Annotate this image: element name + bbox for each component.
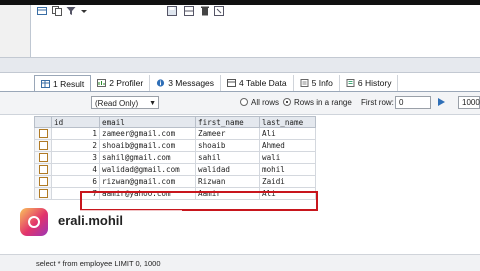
tab-profiler[interactable]: 2 Profiler [91, 75, 151, 91]
row-checkbox[interactable] [38, 141, 48, 151]
tab-info[interactable]: 5 Info [294, 75, 340, 91]
insert-row-icon[interactable] [184, 6, 194, 16]
cell-last-name[interactable]: Zaidi [259, 175, 316, 188]
column-header-email[interactable]: email [99, 116, 196, 128]
cell-first-name[interactable]: walidad [195, 163, 260, 176]
save-grid-icon[interactable] [167, 6, 177, 16]
result-tabs: 1 Result 2 Profiler 3 Messages 4 Table D… [34, 75, 399, 92]
all-rows-label: All rows [251, 98, 280, 107]
profiler-icon [97, 79, 107, 87]
delete-icon[interactable] [200, 6, 210, 16]
rows-range-label: Rows in a range [294, 98, 352, 107]
grid-header-row: id email first_name last_name [34, 116, 316, 128]
row-checkbox[interactable] [38, 177, 48, 187]
row-checkbox-cell[interactable] [34, 175, 52, 188]
table-icon [227, 79, 237, 87]
watermark-handle: erali.mohil [58, 213, 124, 228]
cell-first-name[interactable]: Rizwan [195, 175, 260, 188]
cell-first-name[interactable]: Zameer [195, 127, 260, 140]
splitter-bar[interactable] [0, 57, 480, 73]
cell-email[interactable]: walidad@gmail.com [99, 163, 196, 176]
status-bar: select * from employee LIMIT 0, 1000 [0, 254, 480, 271]
row-checkbox-cell[interactable] [34, 127, 52, 140]
tab-label: 1 Result [53, 79, 85, 89]
result-grid: id email first_name last_name 1 zameer@g… [34, 116, 316, 200]
cell-email[interactable]: shoaib@gmail.com [99, 139, 196, 152]
column-header-id[interactable]: id [51, 116, 100, 128]
row-checkbox[interactable] [38, 165, 48, 175]
table-row[interactable]: 2 shoaib@gmail.com shoaib Ahmed [34, 139, 316, 152]
tab-history[interactable]: 6 History [340, 75, 399, 91]
row-checkbox[interactable] [38, 129, 48, 139]
row-checkbox[interactable] [38, 189, 48, 199]
tab-result[interactable]: 1 Result [34, 75, 92, 92]
dropdown-arrow-icon[interactable] [79, 6, 89, 16]
all-rows-radio[interactable] [240, 98, 248, 106]
tab-messages[interactable]: 3 Messages [150, 75, 222, 91]
table-row[interactable]: 4 walidad@gmail.com walidad mohil [34, 163, 316, 176]
mode-select-value: (Read Only) [95, 99, 139, 108]
cell-id[interactable]: 4 [51, 163, 100, 176]
column-header-last-name[interactable]: last_name [259, 116, 316, 128]
cell-id[interactable]: 2 [51, 139, 100, 152]
instagram-icon [20, 208, 48, 236]
row-checkbox-cell[interactable] [34, 139, 52, 152]
status-query-text: select * from employee LIMIT 0, 1000 [36, 259, 161, 268]
row-checkbox-cell[interactable] [34, 151, 52, 164]
cell-email[interactable]: zameer@gmail.com [99, 127, 196, 140]
first-row-label: First row: [361, 98, 394, 107]
query-editor[interactable] [30, 5, 480, 57]
info-icon [156, 79, 165, 87]
watermark-banner: erali.mohil [52, 210, 182, 230]
tab-label: 4 Table Data [239, 78, 287, 88]
row-checkbox-cell[interactable] [34, 187, 52, 200]
table-row[interactable]: 3 sahil@gmail.com sahil wali [34, 151, 316, 164]
cell-id[interactable]: 3 [51, 151, 100, 164]
editor-gutter [0, 5, 30, 57]
refresh-grid-icon[interactable] [214, 6, 224, 16]
corner-cell [34, 116, 52, 128]
cell-id[interactable]: 6 [51, 175, 100, 188]
cell-last-name[interactable]: wali [259, 151, 316, 164]
rows-range-radio[interactable] [283, 98, 291, 106]
tab-label: 3 Messages [168, 78, 215, 88]
table-row[interactable]: 1 zameer@gmail.com Zameer Ali [34, 127, 316, 140]
tab-label: 2 Profiler [109, 78, 144, 88]
tab-label: 5 Info [311, 78, 333, 88]
history-icon [346, 79, 355, 87]
copy-icon[interactable] [52, 6, 62, 16]
mode-select[interactable]: (Read Only) ▼ [91, 96, 159, 109]
tab-table-data[interactable]: 4 Table Data [221, 75, 294, 91]
chevron-down-icon: ▼ [149, 100, 156, 107]
row-checkbox-cell[interactable] [34, 163, 52, 176]
cell-last-name[interactable]: Ali [259, 127, 316, 140]
rows-count-input[interactable]: 1000 [458, 96, 480, 109]
first-row-input[interactable]: 0 [395, 96, 431, 109]
tab-label: 6 History [357, 78, 392, 88]
row-checkbox[interactable] [38, 153, 48, 163]
export-grid-icon[interactable] [37, 6, 47, 16]
cell-last-name[interactable]: mohil [259, 163, 316, 176]
cell-first-name[interactable]: shoaib [195, 139, 260, 152]
filter-icon[interactable] [66, 6, 76, 16]
highlight-annotation-box [80, 191, 318, 211]
column-header-first-name[interactable]: first_name [195, 116, 260, 128]
info-doc-icon [300, 79, 309, 87]
next-page-icon[interactable] [437, 97, 447, 107]
table-row[interactable]: 6 rizwan@gmail.com Rizwan Zaidi [34, 175, 316, 188]
cell-email[interactable]: rizwan@gmail.com [99, 175, 196, 188]
cell-last-name[interactable]: Ahmed [259, 139, 316, 152]
cell-id[interactable]: 1 [51, 127, 100, 140]
cell-email[interactable]: sahil@gmail.com [99, 151, 196, 164]
cell-first-name[interactable]: sahil [195, 151, 260, 164]
grid-icon [41, 80, 50, 88]
